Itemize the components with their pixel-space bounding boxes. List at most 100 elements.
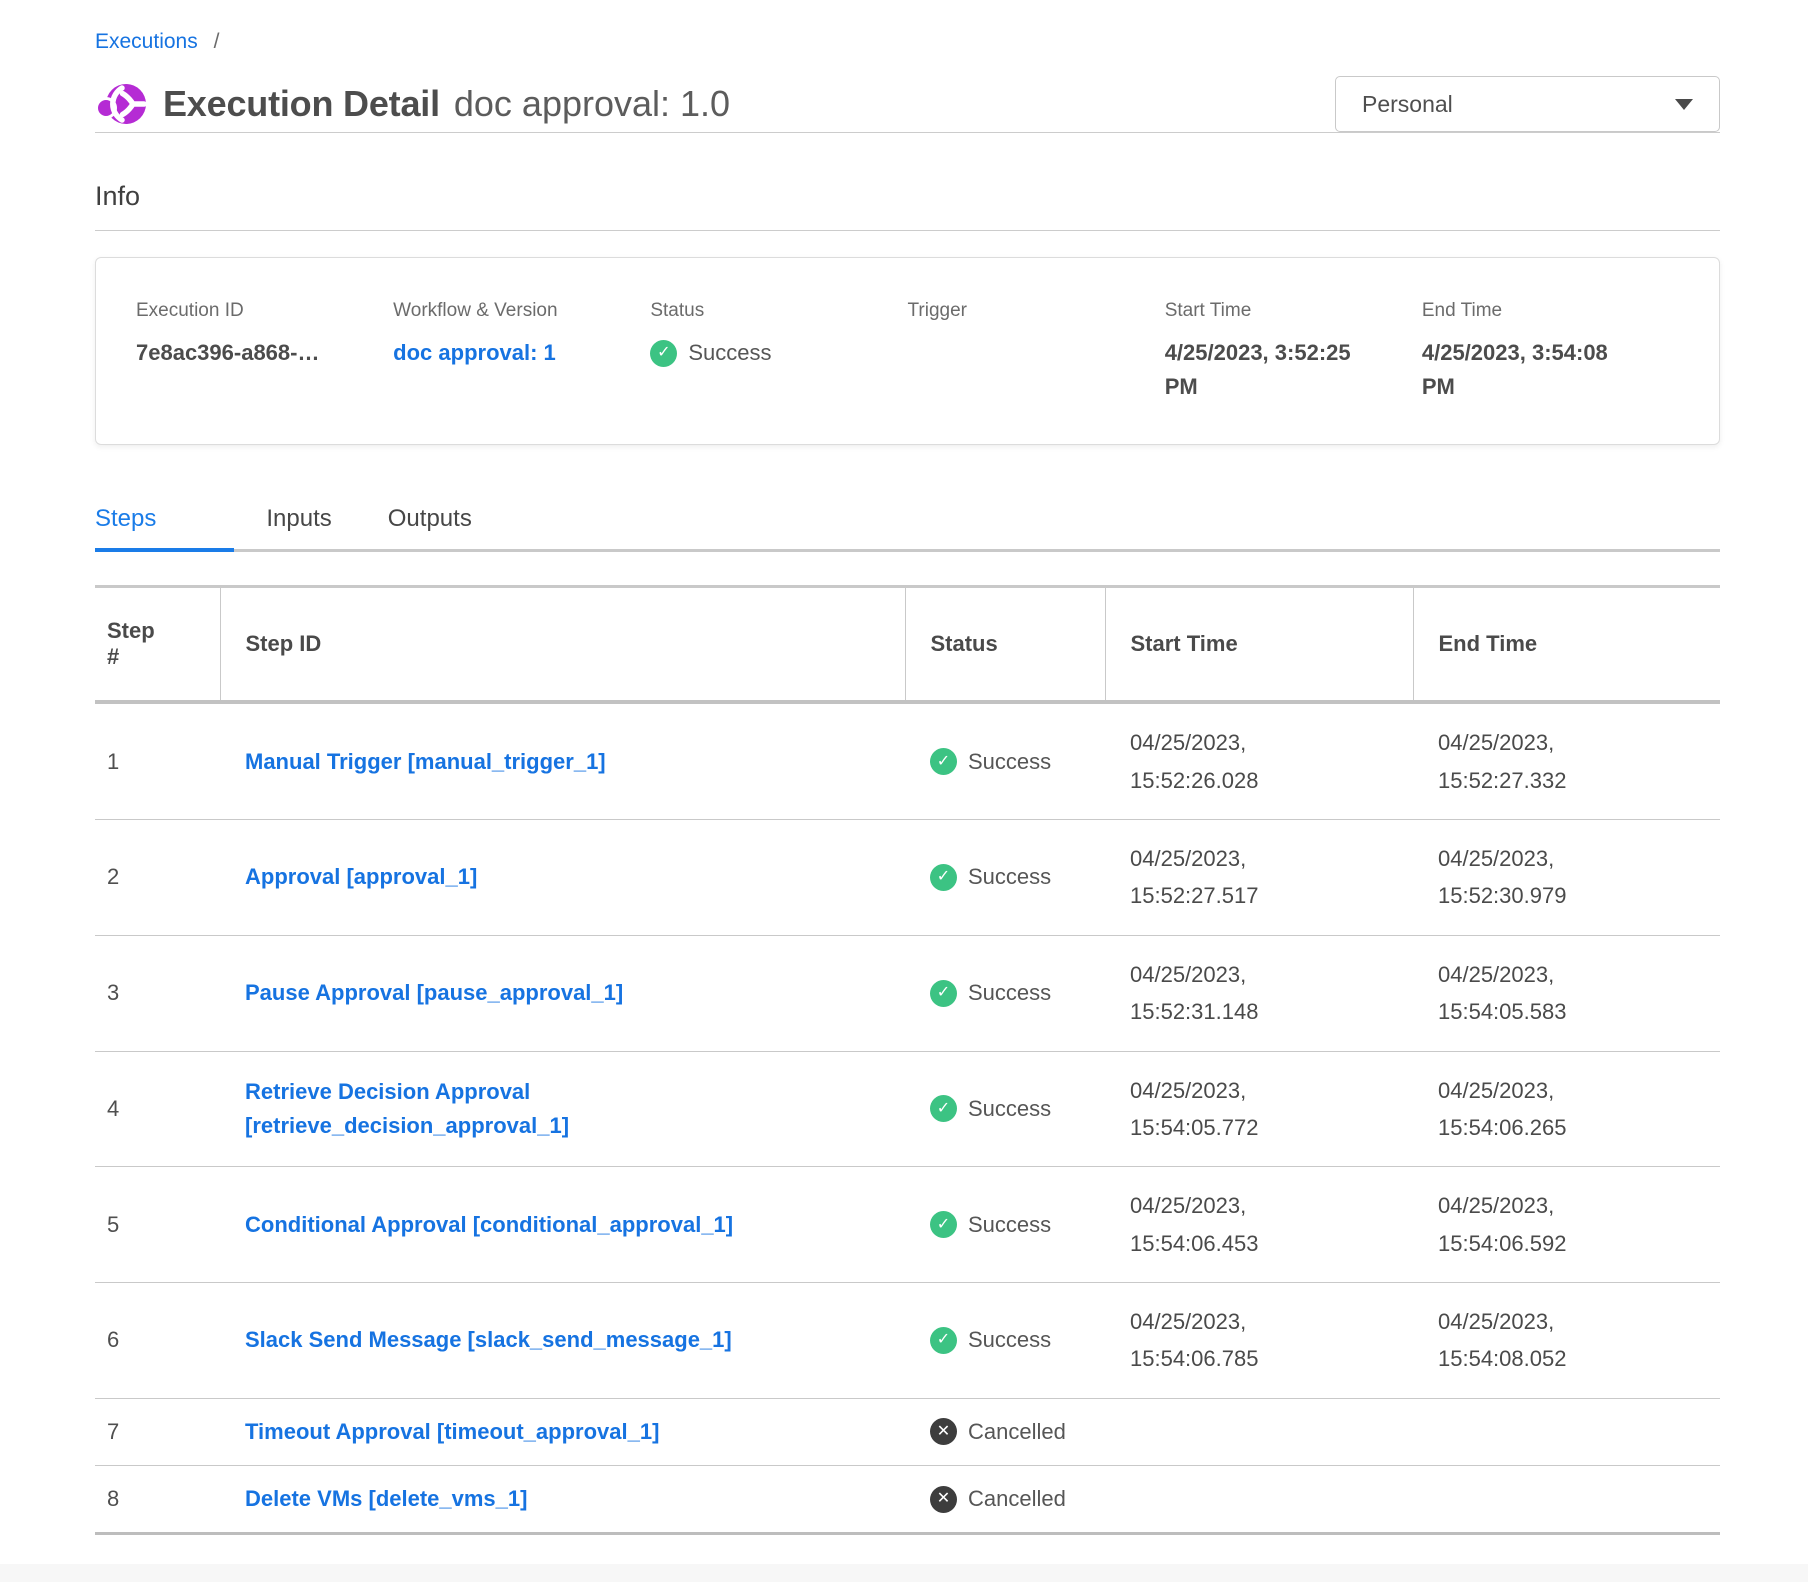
table-row: 1 Manual Trigger [manual_trigger_1] ✓ Succe… <box>95 702 1720 819</box>
tab-steps[interactable]: Steps <box>95 495 234 552</box>
status-label: Success <box>968 864 1051 890</box>
success-icon: ✓ <box>930 980 957 1007</box>
step-link[interactable]: Pause Approval [pause_approval_1] <box>245 976 623 1010</box>
step-link[interactable]: Slack Send Message [slack_send_message_1… <box>245 1323 732 1357</box>
step-end-time-cell <box>1413 1465 1720 1533</box>
scope-dropdown-value: Personal <box>1362 91 1453 118</box>
step-id-cell: Approval [approval_1] <box>220 819 905 935</box>
info-field-label: End Time <box>1422 300 1659 322</box>
step-end-time-cell: 04/25/2023, 15:54:05.583 <box>1413 935 1720 1051</box>
chevron-down-icon <box>1675 99 1693 110</box>
success-icon: ✓ <box>930 1095 957 1122</box>
table-row: 8 Delete VMs [delete_vms_1] ✕ Cancelled <box>95 1465 1720 1533</box>
status-badge: ✓ Success <box>930 748 1105 775</box>
step-end-time-cell: 04/25/2023, 15:52:30.979 <box>1413 819 1720 935</box>
breadcrumb-separator: / <box>214 30 220 53</box>
step-id-cell: Timeout Approval [timeout_approval_1] <box>220 1398 905 1465</box>
info-field-label: Start Time <box>1165 300 1402 322</box>
step-status-cell: ✕ Cancelled <box>905 1398 1105 1465</box>
step-number-cell: 7 <box>95 1398 220 1465</box>
success-icon: ✓ <box>930 864 957 891</box>
table-row: 7 Timeout Approval [timeout_approval_1] ✕ C… <box>95 1398 1720 1465</box>
step-status-cell: ✓ Success <box>905 702 1105 819</box>
breadcrumb: Executions / <box>95 30 1720 54</box>
success-icon: ✓ <box>930 748 957 775</box>
step-number-cell: 2 <box>95 819 220 935</box>
status-badge: ✓ Success <box>650 336 771 370</box>
step-id-cell: Slack Send Message [slack_send_message_1… <box>220 1283 905 1399</box>
step-number-cell: 1 <box>95 702 220 819</box>
step-id-cell: Pause Approval [pause_approval_1] <box>220 935 905 1051</box>
page-bottom-strip <box>0 1564 1808 1582</box>
step-number-cell: 8 <box>95 1465 220 1533</box>
status-label: Cancelled <box>968 1486 1066 1512</box>
step-number-cell: 4 <box>95 1051 220 1167</box>
header-divider <box>95 132 1720 133</box>
cancelled-icon: ✕ <box>930 1486 957 1513</box>
column-header-status: Status <box>905 587 1105 703</box>
step-link[interactable]: Conditional Approval [conditional_approv… <box>245 1208 733 1242</box>
step-link[interactable]: Manual Trigger [manual_trigger_1] <box>245 745 606 779</box>
step-start-time-cell <box>1105 1465 1413 1533</box>
step-start-time-cell: 04/25/2023, 15:52:31.148 <box>1105 935 1413 1051</box>
info-field-label: Status <box>650 300 887 322</box>
table-row: 6 Slack Send Message [slack_send_message_… <box>95 1283 1720 1399</box>
step-end-time-cell: 04/25/2023, 15:52:27.332 <box>1413 702 1720 819</box>
cancelled-icon: ✕ <box>930 1418 957 1445</box>
step-link[interactable]: Approval [approval_1] <box>245 860 477 894</box>
step-status-cell: ✓Success <box>905 1167 1105 1283</box>
scope-dropdown[interactable]: Personal <box>1335 76 1720 132</box>
info-field-label: Trigger <box>908 300 1145 322</box>
page-subtitle: doc approval: 1.0 <box>454 83 730 125</box>
status-badge: ✓Success <box>930 1327 1105 1354</box>
success-icon: ✓ <box>650 340 677 367</box>
status-label: Cancelled <box>968 1419 1066 1445</box>
info-field-status: Status ✓ Success <box>650 300 907 404</box>
status-label: Success <box>968 1096 1051 1122</box>
step-number-cell: 6 <box>95 1283 220 1399</box>
steps-table-header: Step #Step IDStatusStart TimeEnd Time <box>95 587 1720 703</box>
steps-table: Step #Step IDStatusStart TimeEnd Time 1M… <box>95 585 1720 1535</box>
tab-bar: Steps Inputs Outputs <box>95 495 1720 552</box>
column-header-step: Step # <box>95 587 220 703</box>
success-icon: ✓ <box>930 1327 957 1354</box>
info-field-execution-id: Execution ID 7e8ac396-a868-… <box>136 300 393 404</box>
step-id-cell: Conditional Approval [conditional_approv… <box>220 1167 905 1283</box>
step-start-time-cell: 04/25/2023, 15:52:26.028 <box>1105 702 1413 819</box>
step-end-time-cell <box>1413 1398 1720 1465</box>
step-link[interactable]: Timeout Approval [timeout_approval_1] <box>245 1415 659 1449</box>
step-link[interactable]: Delete VMs [delete_vms_1] <box>245 1482 527 1516</box>
column-header-start-time: Start Time <box>1105 587 1413 703</box>
info-field-value: 7e8ac396-a868-… <box>136 336 351 370</box>
status-label: Success <box>688 336 771 370</box>
info-field-value: ✓ Success <box>650 336 865 370</box>
page-header: Execution Detail doc approval: 1.0 Perso… <box>95 76 1720 132</box>
step-status-cell: ✓ Success <box>905 935 1105 1051</box>
workflow-version-link[interactable]: doc approval: 1 <box>393 340 556 365</box>
step-start-time-cell: 04/25/2023, 15:52:27.517 <box>1105 819 1413 935</box>
step-status-cell: ✓Success <box>905 1283 1105 1399</box>
info-field-label: Execution ID <box>136 300 373 322</box>
table-row: 2 Approval [approval_1] ✓ Success 04/25/2023… <box>95 819 1720 935</box>
info-field-end-time: End Time 4/25/2023, 3:54:08 PM <box>1422 300 1679 404</box>
step-link[interactable]: Retrieve Decision Approval [retrieve_dec… <box>245 1075 569 1143</box>
info-field-label: Workflow & Version <box>393 300 630 322</box>
tab-outputs[interactable]: Outputs <box>388 495 472 552</box>
info-field-value: 4/25/2023, 3:54:08 PM <box>1422 336 1637 404</box>
breadcrumb-executions-link[interactable]: Executions <box>95 30 198 53</box>
column-header-step-id: Step ID <box>220 587 905 703</box>
execution-detail-page: Executions / Execution Detail doc approv… <box>0 0 1808 1535</box>
status-label: Success <box>968 980 1051 1006</box>
step-end-time-cell: 04/25/2023, 15:54:06.592 <box>1413 1167 1720 1283</box>
step-end-time-cell: 04/25/2023, 15:54:06.265 <box>1413 1051 1720 1167</box>
info-field-trigger: Trigger <box>908 300 1165 404</box>
step-number-cell: 5 <box>95 1167 220 1283</box>
table-row: 3Pause Approval [pause_approval_1]✓Succe… <box>95 935 1720 1051</box>
step-start-time-cell: 04/25/2023, 15:54:06.785 <box>1105 1283 1413 1399</box>
step-id-cell: Manual Trigger [manual_trigger_1] <box>220 702 905 819</box>
status-badge: ✓ Success <box>930 980 1105 1007</box>
tab-inputs[interactable]: Inputs <box>266 495 331 552</box>
status-label: Success <box>968 749 1051 775</box>
status-label: Success <box>968 1212 1051 1238</box>
step-start-time-cell: 04/25/2023, 15:54:05.772 <box>1105 1051 1413 1167</box>
